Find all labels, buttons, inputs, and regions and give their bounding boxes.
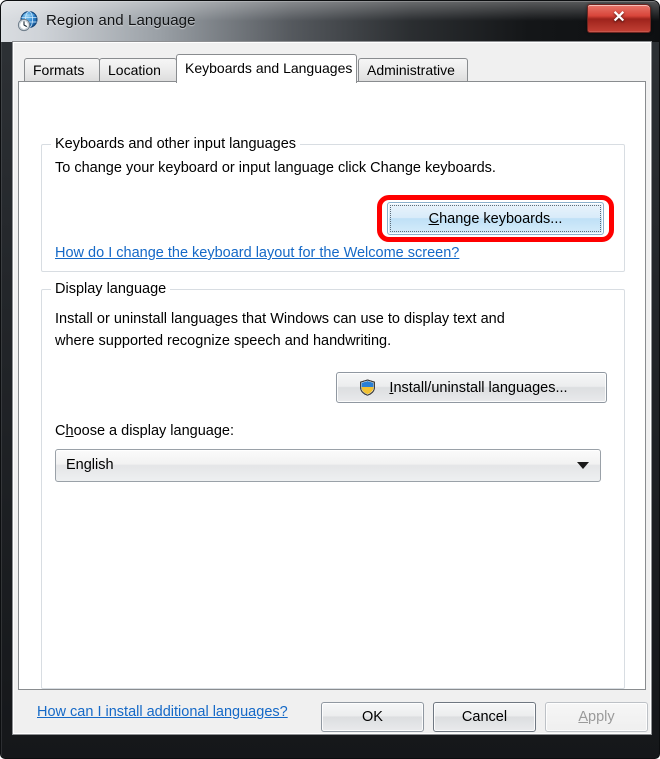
cancel-button[interactable]: Cancel — [433, 702, 536, 732]
display-language-group-title: Display language — [51, 281, 171, 297]
tab-formats[interactable]: Formats — [24, 58, 100, 82]
choose-label-rest: oose a display language: — [73, 423, 234, 439]
display-language-group: Display language Install or uninstall la… — [41, 281, 625, 689]
install-additional-languages-link[interactable]: How can I install additional languages? — [37, 704, 288, 720]
tab-keyboards-and-languages[interactable]: Keyboards and Languages — [176, 54, 357, 83]
tab-strip: Formats Location Keyboards and Languages… — [18, 54, 646, 83]
choose-label-prefix: C — [55, 423, 66, 439]
tab-page-keyboards-and-languages: Keyboards and other input languages To c… — [18, 81, 646, 720]
choose-display-language-label: Choose a display language: — [55, 421, 234, 441]
close-icon: ✕ — [612, 9, 626, 26]
keyboards-and-other-input-languages-group: Keyboards and other input languages To c… — [41, 136, 625, 272]
install-uninstall-languages-label: nstall/uninstall languages... — [393, 379, 568, 396]
uac-shield-icon — [359, 379, 376, 396]
display-language-select[interactable]: English — [55, 449, 601, 482]
region-and-language-dialog: Region and Language ✕ Formats Location K… — [0, 0, 660, 759]
change-keyboards-label: hange keyboards... — [439, 210, 563, 227]
display-language-description-line-2: where supported recognize speech and han… — [55, 333, 392, 349]
display-language-selected-value: English — [66, 457, 114, 473]
ok-button[interactable]: OK — [321, 702, 424, 732]
apply-button: Apply — [545, 702, 648, 732]
window-title: Region and Language — [46, 12, 196, 29]
title-bar: Region and Language ✕ — [1, 1, 659, 42]
display-language-description-line-1: Install or uninstall languages that Wind… — [55, 311, 505, 327]
apply-accel-letter: A — [578, 709, 589, 725]
install-uninstall-languages-button[interactable]: Install/uninstall languages... — [336, 372, 607, 403]
apply-label: pply — [588, 709, 615, 725]
change-keyboards-accel-letter: C — [428, 210, 440, 227]
choose-label-accel-letter: h — [65, 423, 74, 439]
dialog-client-area: Formats Location Keyboards and Languages… — [12, 41, 652, 735]
chevron-down-icon — [577, 462, 589, 469]
keyboards-group-description: To change your keyboard or input languag… — [55, 160, 496, 176]
keyboards-group-title: Keyboards and other input languages — [51, 136, 301, 152]
welcome-screen-keyboard-layout-link[interactable]: How do I change the keyboard layout for … — [55, 245, 459, 261]
tab-location[interactable]: Location — [99, 58, 177, 82]
tab-administrative[interactable]: Administrative — [358, 58, 468, 82]
close-button[interactable]: ✕ — [587, 4, 651, 33]
region-language-globe-clock-icon — [17, 10, 39, 32]
change-keyboards-button[interactable]: Change keyboards... — [387, 202, 604, 235]
